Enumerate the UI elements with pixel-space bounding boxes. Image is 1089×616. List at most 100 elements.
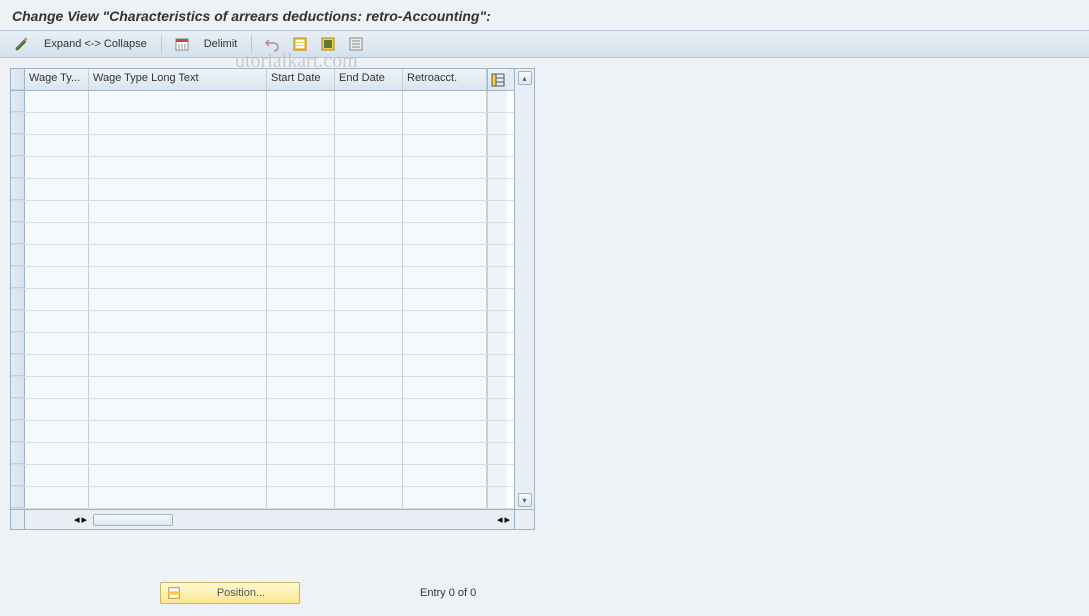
- cell-retroacct[interactable]: [403, 443, 487, 464]
- table-row[interactable]: [11, 421, 514, 443]
- table-row[interactable]: [11, 91, 514, 113]
- table-row[interactable]: [11, 223, 514, 245]
- scroll-thumb[interactable]: [93, 514, 173, 526]
- cell-start-date[interactable]: [267, 333, 335, 354]
- cell-retroacct[interactable]: [403, 223, 487, 244]
- vertical-scrollbar[interactable]: ▴ ▾: [514, 69, 534, 509]
- cell-wage-type[interactable]: [25, 201, 89, 222]
- select-block-button[interactable]: [316, 34, 340, 54]
- cell-wage-type[interactable]: [25, 289, 89, 310]
- row-selector[interactable]: [11, 421, 25, 442]
- cell-start-date[interactable]: [267, 267, 335, 288]
- cell-end-date[interactable]: [335, 91, 403, 112]
- cell-start-date[interactable]: [267, 311, 335, 332]
- cell-wage-type-long[interactable]: [89, 355, 267, 376]
- cell-end-date[interactable]: [335, 355, 403, 376]
- col-header-wage-type-long[interactable]: Wage Type Long Text: [89, 69, 267, 90]
- cell-wage-type[interactable]: [25, 179, 89, 200]
- cell-wage-type-long[interactable]: [89, 487, 267, 508]
- cell-wage-type-long[interactable]: [89, 465, 267, 486]
- cell-wage-type[interactable]: [25, 113, 89, 134]
- row-selector[interactable]: [11, 223, 25, 244]
- cell-wage-type[interactable]: [25, 421, 89, 442]
- cell-wage-type[interactable]: [25, 91, 89, 112]
- cell-wage-type-long[interactable]: [89, 333, 267, 354]
- cell-end-date[interactable]: [335, 113, 403, 134]
- col-header-start-date[interactable]: Start Date: [267, 69, 335, 90]
- cell-start-date[interactable]: [267, 201, 335, 222]
- cell-wage-type-long[interactable]: [89, 245, 267, 266]
- cell-end-date[interactable]: [335, 487, 403, 508]
- cell-end-date[interactable]: [335, 135, 403, 156]
- row-selector[interactable]: [11, 487, 25, 508]
- cell-retroacct[interactable]: [403, 421, 487, 442]
- cell-start-date[interactable]: [267, 487, 335, 508]
- horizontal-scrollbar[interactable]: [89, 514, 493, 526]
- cell-retroacct[interactable]: [403, 399, 487, 420]
- cell-wage-type[interactable]: [25, 135, 89, 156]
- cell-end-date[interactable]: [335, 443, 403, 464]
- row-selector[interactable]: [11, 157, 25, 178]
- position-button[interactable]: Position...: [160, 582, 300, 604]
- cell-retroacct[interactable]: [403, 245, 487, 266]
- toggle-icon-button[interactable]: [10, 34, 34, 54]
- row-selector[interactable]: [11, 267, 25, 288]
- row-selector[interactable]: [11, 377, 25, 398]
- scroll-right-end-button[interactable]: ▸: [504, 513, 510, 526]
- row-selector[interactable]: [11, 465, 25, 486]
- cell-wage-type-long[interactable]: [89, 179, 267, 200]
- select-all-rows-handle[interactable]: [11, 69, 25, 90]
- cell-end-date[interactable]: [335, 267, 403, 288]
- cell-start-date[interactable]: [267, 421, 335, 442]
- row-selector[interactable]: [11, 311, 25, 332]
- delimit-button[interactable]: Delimit: [198, 38, 244, 50]
- cell-wage-type-long[interactable]: [89, 113, 267, 134]
- cell-wage-type-long[interactable]: [89, 443, 267, 464]
- cell-wage-type-long[interactable]: [89, 223, 267, 244]
- cell-end-date[interactable]: [335, 245, 403, 266]
- table-config-button[interactable]: [487, 69, 507, 90]
- col-header-retroacct[interactable]: Retroacct.: [403, 69, 487, 90]
- cell-start-date[interactable]: [267, 91, 335, 112]
- cell-wage-type-long[interactable]: [89, 289, 267, 310]
- cell-wage-type-long[interactable]: [89, 201, 267, 222]
- cell-retroacct[interactable]: [403, 377, 487, 398]
- cell-start-date[interactable]: [267, 377, 335, 398]
- table-row[interactable]: [11, 157, 514, 179]
- cell-start-date[interactable]: [267, 399, 335, 420]
- table-row[interactable]: [11, 311, 514, 333]
- cell-retroacct[interactable]: [403, 465, 487, 486]
- cell-start-date[interactable]: [267, 135, 335, 156]
- cell-wage-type[interactable]: [25, 355, 89, 376]
- cell-wage-type[interactable]: [25, 311, 89, 332]
- cell-retroacct[interactable]: [403, 487, 487, 508]
- cell-end-date[interactable]: [335, 421, 403, 442]
- select-all-button[interactable]: [288, 34, 312, 54]
- row-selector[interactable]: [11, 289, 25, 310]
- cell-start-date[interactable]: [267, 443, 335, 464]
- cell-start-date[interactable]: [267, 465, 335, 486]
- row-selector[interactable]: [11, 91, 25, 112]
- cell-wage-type[interactable]: [25, 267, 89, 288]
- scroll-down-button[interactable]: ▾: [518, 493, 532, 507]
- cell-start-date[interactable]: [267, 289, 335, 310]
- cell-end-date[interactable]: [335, 179, 403, 200]
- cell-wage-type[interactable]: [25, 223, 89, 244]
- table-row[interactable]: [11, 289, 514, 311]
- delimit-icon-button[interactable]: [170, 34, 194, 54]
- cell-start-date[interactable]: [267, 179, 335, 200]
- row-selector[interactable]: [11, 399, 25, 420]
- table-row[interactable]: [11, 179, 514, 201]
- row-selector[interactable]: [11, 113, 25, 134]
- cell-end-date[interactable]: [335, 223, 403, 244]
- deselect-all-button[interactable]: [344, 34, 368, 54]
- cell-wage-type[interactable]: [25, 333, 89, 354]
- table-row[interactable]: [11, 135, 514, 157]
- cell-wage-type[interactable]: [25, 157, 89, 178]
- cell-wage-type[interactable]: [25, 245, 89, 266]
- table-row[interactable]: [11, 399, 514, 421]
- cell-retroacct[interactable]: [403, 113, 487, 134]
- table-row[interactable]: [11, 487, 514, 509]
- cell-end-date[interactable]: [335, 157, 403, 178]
- cell-wage-type-long[interactable]: [89, 91, 267, 112]
